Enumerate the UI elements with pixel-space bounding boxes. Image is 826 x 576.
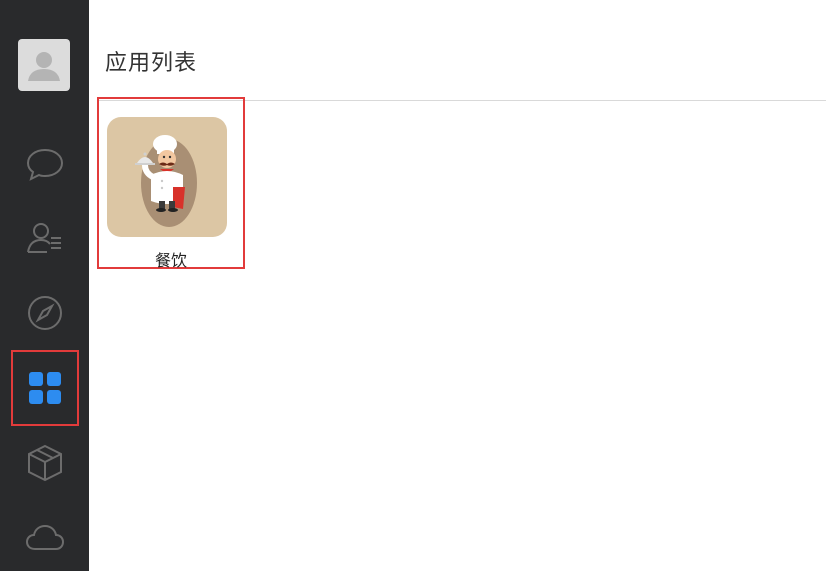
sidebar bbox=[0, 0, 89, 571]
avatar[interactable] bbox=[18, 39, 70, 91]
main-content: 应用列表 餐饮 bbox=[89, 0, 826, 571]
contacts-icon bbox=[27, 223, 61, 253]
sidebar-item-discover[interactable] bbox=[11, 275, 79, 351]
chef-icon bbox=[107, 117, 227, 237]
apps-grid-icon bbox=[29, 372, 61, 404]
sidebar-item-cloud[interactable] bbox=[11, 500, 79, 576]
user-avatar-icon bbox=[28, 52, 60, 81]
app-tile-catering[interactable]: 餐饮 bbox=[97, 97, 245, 270]
compass-icon bbox=[28, 296, 62, 330]
sidebar-item-apps[interactable] bbox=[11, 350, 79, 426]
chat-bubble-icon bbox=[26, 148, 64, 181]
page-title: 应用列表 bbox=[105, 51, 198, 76]
sidebar-item-contacts[interactable] bbox=[11, 200, 79, 276]
sidebar-item-messages[interactable] bbox=[11, 126, 79, 202]
app-label: 餐饮 bbox=[154, 251, 187, 270]
sidebar-item-packages[interactable] bbox=[11, 425, 79, 501]
cube-icon bbox=[28, 444, 62, 482]
cloud-icon bbox=[25, 524, 65, 550]
